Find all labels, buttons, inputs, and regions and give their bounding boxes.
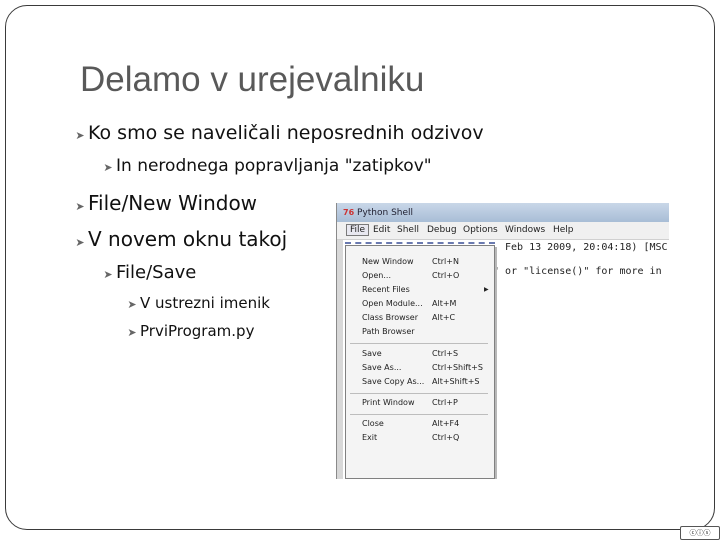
menu-item-label: Save Copy As...: [362, 377, 425, 386]
menu-item-new-window[interactable]: New Window Ctrl+N: [346, 257, 494, 270]
menu-item-label: Class Browser: [362, 313, 419, 322]
menu-shell[interactable]: Shell: [397, 225, 419, 235]
menu-separator: [350, 414, 488, 415]
menu-item-label: Recent Files: [362, 285, 410, 294]
menu-item-shortcut: Ctrl+N: [432, 257, 459, 266]
arrow-bullet-icon: ➤: [75, 236, 85, 249]
arrow-bullet-icon: ➤: [103, 268, 113, 281]
file-menu-dropdown: New Window Ctrl+N Open... Ctrl+O Recent Fi…: [345, 245, 495, 479]
menu-separator: [350, 343, 488, 344]
menu-item-label: Save As...: [362, 363, 402, 372]
tearoff-line[interactable]: [345, 242, 495, 244]
bullet-text: PrviProgram.py: [140, 322, 255, 340]
menu-item-open-module[interactable]: Open Module... Alt+M: [346, 299, 494, 312]
menu-item-save-copy-as[interactable]: Save Copy As... Alt+Shift+S: [346, 377, 494, 390]
menu-item-recent-files[interactable]: Recent Files ▶: [346, 285, 494, 298]
menu-debug[interactable]: Debug: [427, 225, 457, 235]
python-logo-icon: 76: [343, 208, 355, 217]
menu-item-label: Open...: [362, 271, 391, 280]
menu-options[interactable]: Options: [463, 225, 498, 235]
submenu-arrow-icon: ▶: [484, 286, 489, 293]
menu-item-shortcut: Ctrl+Shift+S: [432, 363, 483, 372]
window-titlebar: 76 Python Shell: [337, 203, 669, 222]
bullet-text: Ko smo se naveličali neposrednih odzivov: [88, 122, 484, 144]
menu-item-label: Save: [362, 349, 382, 358]
bullet-item: ➤ Ko smo se naveličali neposrednih odzivo…: [72, 122, 484, 144]
menu-item-open[interactable]: Open... Ctrl+O: [346, 271, 494, 284]
arrow-bullet-icon: ➤: [127, 326, 137, 339]
menu-item-shortcut: Ctrl+S: [432, 349, 459, 358]
menu-item-label: Print Window: [362, 398, 415, 407]
menu-file[interactable]: File: [346, 224, 370, 236]
arrow-bullet-icon: ➤: [75, 129, 85, 142]
menu-item-class-browser[interactable]: Class Browser Alt+C: [346, 313, 494, 326]
bullet-text: File/New Window: [88, 191, 258, 215]
arrow-bullet-icon: ➤: [75, 200, 85, 213]
bullet-item: ➤ File/New Window: [72, 191, 257, 215]
bullet-item: ➤ In nerodnega popravljanja "zatipkov": [100, 156, 432, 176]
menu-item-save[interactable]: Save Ctrl+S: [346, 349, 494, 362]
menu-windows[interactable]: Windows: [505, 225, 545, 235]
slide-title: Delamo v urejevalniku: [80, 60, 425, 99]
menu-item-label: Exit: [362, 433, 378, 442]
menu-item-label: Close: [362, 419, 384, 428]
menu-item-shortcut: Alt+C: [432, 313, 456, 322]
window-left-edge: [337, 240, 343, 479]
arrow-bullet-icon: ➤: [127, 298, 137, 311]
bullet-item: ➤ File/Save: [100, 262, 196, 283]
menu-edit[interactable]: Edit: [373, 225, 390, 235]
bullet-item: ➤ V novem oknu takoj: [72, 227, 287, 251]
menu-item-label: Path Browser: [362, 327, 415, 336]
menu-separator: [350, 393, 488, 394]
menu-item-shortcut: Ctrl+O: [432, 271, 460, 280]
bullet-text: File/Save: [116, 262, 197, 283]
menu-item-label: Open Module...: [362, 299, 423, 308]
menu-item-exit[interactable]: Exit Ctrl+Q: [346, 433, 494, 446]
bullet-text: V ustrezni imenik: [140, 294, 270, 312]
menu-item-shortcut: Alt+Shift+S: [432, 377, 480, 386]
arrow-bullet-icon: ➤: [103, 161, 113, 174]
python-shell-screenshot: 76 Python Shell File Edit Shell Debug Op…: [336, 203, 669, 479]
menu-item-close[interactable]: Close Alt+F4: [346, 419, 494, 432]
menu-bar: File Edit Shell Debug Options Windows He…: [337, 222, 669, 240]
cc-by-sa-icon: ⓒⓘⓢ: [680, 526, 720, 540]
menu-item-shortcut: Alt+M: [432, 299, 457, 308]
menu-item-label: New Window: [362, 257, 414, 266]
menu-item-shortcut: Ctrl+P: [432, 398, 458, 407]
menu-item-shortcut: Alt+F4: [432, 419, 460, 428]
shell-line: s" or "license()" for more in: [487, 266, 662, 277]
menu-item-path-browser[interactable]: Path Browser: [346, 327, 494, 340]
menu-help[interactable]: Help: [553, 225, 574, 235]
bullet-text: In nerodnega popravljanja "zatipkov": [116, 156, 432, 176]
menu-item-print-window[interactable]: Print Window Ctrl+P: [346, 398, 494, 411]
shell-line: Feb 13 2009, 20:04:18) [MSC: [505, 242, 668, 253]
window-title: Python Shell: [357, 208, 414, 218]
bullet-text: V novem oknu takoj: [88, 227, 288, 251]
bullet-item: ➤ V ustrezni imenik: [124, 294, 270, 312]
menu-item-shortcut: Ctrl+Q: [432, 433, 460, 442]
menu-item-save-as[interactable]: Save As... Ctrl+Shift+S: [346, 363, 494, 376]
bullet-item: ➤ PrviProgram.py: [124, 322, 254, 340]
